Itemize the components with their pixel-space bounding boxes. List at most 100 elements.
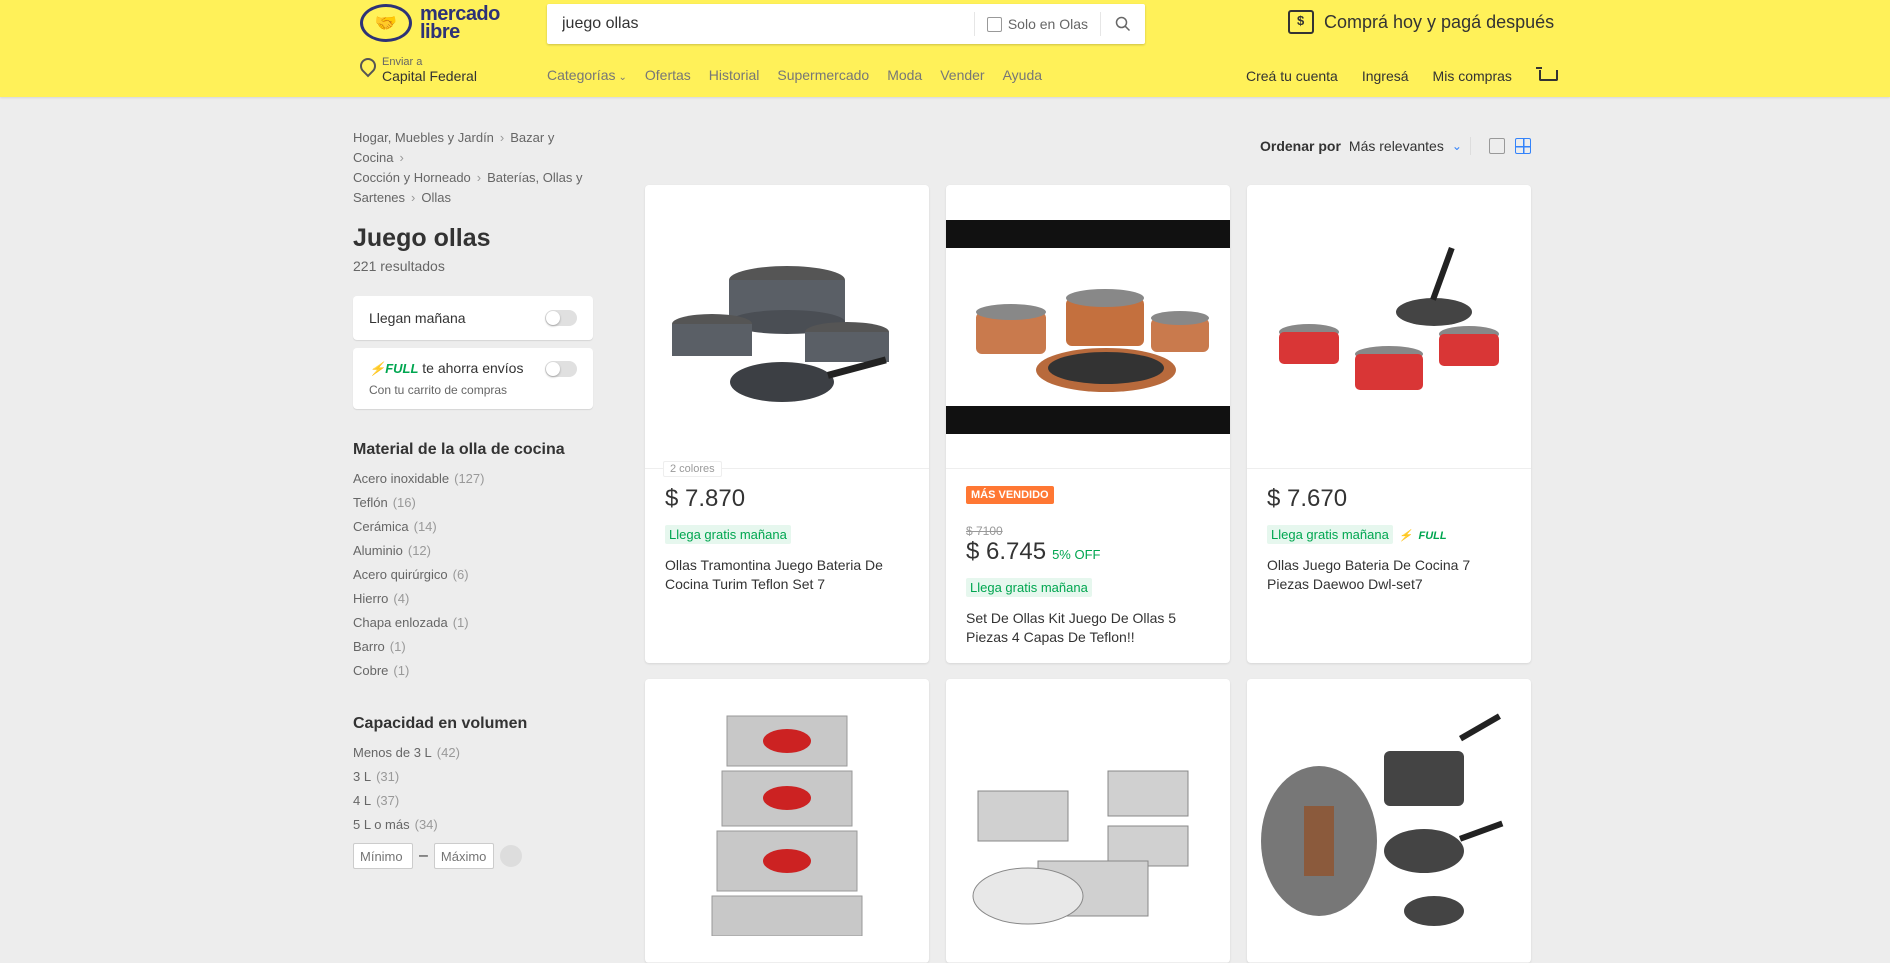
chevron-right-icon: › xyxy=(499,130,505,145)
tomorrow-toggle[interactable] xyxy=(545,310,577,326)
product-image[interactable] xyxy=(946,185,1230,469)
view-toggle xyxy=(1470,137,1531,155)
sort-selector[interactable]: Ordenar por Más relevantes ⌄ xyxy=(1260,138,1462,154)
filter-count: (16) xyxy=(392,495,416,510)
product-card[interactable]: MÁS VENDIDO $ 7100 $ 6.745 5% OFF Llega g… xyxy=(946,185,1230,663)
filter-count: (12) xyxy=(407,543,431,558)
filter-item[interactable]: Cobre (1) xyxy=(353,659,593,683)
product-title[interactable]: Ollas Juego Bateria De Cocina 7 Piezas D… xyxy=(1267,556,1511,594)
store-only-checkbox[interactable]: Solo en Olas xyxy=(973,12,1100,36)
store-only-label: Solo en Olas xyxy=(1007,16,1088,32)
product-image[interactable] xyxy=(645,679,929,963)
nav-supermercado[interactable]: Supermercado xyxy=(777,67,869,83)
filter-count: (31) xyxy=(376,769,400,784)
filter-item[interactable]: Aluminio (12) xyxy=(353,539,593,563)
filter-item[interactable]: Barro (1) xyxy=(353,635,593,659)
product-grid: 2 colores $ 7.870 Llega gratis mañana Ol… xyxy=(645,185,1531,963)
user-nav: Creá tu cuenta Ingresá Mis compras xyxy=(1246,67,1558,85)
page-title: Juego ollas xyxy=(353,224,491,252)
range-dash: – xyxy=(419,847,428,864)
tomorrow-filter-card: Llegan mañana xyxy=(353,296,593,340)
old-price: $ 7100 xyxy=(966,524,1003,538)
mercadolibre-logo[interactable]: 🤝 mercado libre xyxy=(360,4,500,42)
filter-item[interactable]: Acero quirúrgico (6) xyxy=(353,563,593,587)
product-image[interactable] xyxy=(1247,185,1531,469)
search-bar: Solo en Olas xyxy=(547,4,1145,44)
product-card[interactable] xyxy=(645,679,929,963)
nav-moda[interactable]: Moda xyxy=(887,67,922,83)
money-icon xyxy=(1288,10,1314,34)
location-selector[interactable]: Enviar a Capital Federal xyxy=(358,55,477,83)
stainless-pots-image xyxy=(972,770,1189,924)
product-title[interactable]: Ollas Tramontina Juego Bateria De Cocina… xyxy=(665,556,909,594)
nav-vender[interactable]: Vender xyxy=(940,67,984,83)
product-card[interactable] xyxy=(946,679,1230,963)
product-card[interactable] xyxy=(1247,679,1531,963)
breadcrumb-item[interactable]: Cocción y Horneado xyxy=(353,170,471,185)
product-image[interactable]: 2 colores xyxy=(645,185,929,477)
product-card[interactable]: 2 colores $ 7.870 Llega gratis mañana Ol… xyxy=(645,185,929,663)
product-title[interactable]: Set De Ollas Kit Juego De Ollas 5 Piezas… xyxy=(966,609,1210,647)
filter-item[interactable]: Cerámica (14) xyxy=(353,515,593,539)
breadcrumb-item[interactable]: Hogar, Muebles y Jardín xyxy=(353,130,494,145)
promo-banner[interactable]: Comprá hoy y pagá después xyxy=(1288,10,1554,34)
range-submit-button[interactable] xyxy=(499,845,522,867)
filter-label: Aluminio xyxy=(353,543,403,558)
filter-label: 3 L xyxy=(353,769,372,784)
main-nav: Categorías ⌄ Ofertas Historial Supermerca… xyxy=(547,67,1042,83)
filter-item[interactable]: Chapa enlozada (1) xyxy=(353,611,593,635)
full-tag: FULL xyxy=(1418,530,1447,542)
filter-item[interactable]: Hierro (4) xyxy=(353,587,593,611)
product-price: $ 7.670 xyxy=(1267,485,1348,512)
product-price: $ 6.745 xyxy=(966,538,1047,565)
filter-count: (1) xyxy=(393,663,410,678)
best-seller-badge: MÁS VENDIDO xyxy=(966,486,1054,504)
nav-ofertas[interactable]: Ofertas xyxy=(645,67,691,83)
location-pin-icon xyxy=(358,58,376,80)
filter-item[interactable]: Menos de 3 L (42) xyxy=(353,741,593,765)
material-filter-title: Material de la olla de cocina xyxy=(353,441,565,458)
filter-label: Cobre xyxy=(353,663,389,678)
chevron-right-icon: › xyxy=(411,190,416,205)
filter-label: 4 L xyxy=(353,793,372,808)
filter-item[interactable]: 3 L (31) xyxy=(353,765,593,789)
tomorrow-filter-label: Llegan mañana xyxy=(369,310,466,326)
breadcrumb-item[interactable]: Ollas xyxy=(421,190,451,205)
material-filter-list: Acero inoxidable (127) Teflón (16) Cerámic… xyxy=(353,467,593,683)
product-image[interactable] xyxy=(946,679,1230,963)
sidebar: Hogar, Muebles y Jardín › Bazar y Cocina › … xyxy=(353,128,593,869)
product-card[interactable]: $ 7.670 Llega gratis mañana ⚡ FULL Ollas J… xyxy=(1247,185,1531,663)
search-button[interactable] xyxy=(1100,12,1145,36)
filter-count: (1) xyxy=(389,639,406,654)
nav-categorias[interactable]: Categorías ⌄ xyxy=(547,67,627,83)
filter-label: Cerámica xyxy=(353,519,409,534)
range-min-input[interactable] xyxy=(353,843,413,869)
product-image[interactable] xyxy=(1247,679,1531,963)
search-input[interactable] xyxy=(547,4,974,44)
nav-historial[interactable]: Historial xyxy=(709,67,760,83)
grid-view-icon[interactable] xyxy=(1515,138,1531,154)
chevron-right-icon: › xyxy=(399,150,404,165)
promo-text: Comprá hoy y pagá después xyxy=(1324,11,1555,32)
range-max-input[interactable] xyxy=(433,843,494,869)
filter-item[interactable]: Acero inoxidable (127) xyxy=(353,467,593,491)
create-account-link[interactable]: Creá tu cuenta xyxy=(1246,68,1338,84)
full-toggle[interactable] xyxy=(545,360,577,377)
filter-count: (1) xyxy=(452,615,469,630)
product-price: $ 7.870 xyxy=(665,485,746,512)
my-purchases-link[interactable]: Mis compras xyxy=(1433,68,1512,84)
capacity-range: – xyxy=(353,843,593,869)
filter-label: Hierro xyxy=(353,591,389,606)
filter-item[interactable]: Teflón (16) xyxy=(353,491,593,515)
filter-item[interactable]: 4 L (37) xyxy=(353,789,593,813)
filter-item[interactable]: 5 L o más (34) xyxy=(353,813,593,837)
location-label: Enviar a xyxy=(382,56,423,68)
login-link[interactable]: Ingresá xyxy=(1362,68,1409,84)
nav-ayuda[interactable]: Ayuda xyxy=(1003,67,1042,83)
cart-icon[interactable] xyxy=(1535,67,1558,85)
sort-value: Más relevantes xyxy=(1348,138,1444,154)
chevron-down-icon: ⌄ xyxy=(1451,139,1462,153)
capacity-filter-list: Menos de 3 L (42) 3 L (31) 4 L (37) 5 L o m… xyxy=(353,741,593,837)
list-view-icon[interactable] xyxy=(1489,138,1505,154)
divider xyxy=(1470,137,1471,155)
